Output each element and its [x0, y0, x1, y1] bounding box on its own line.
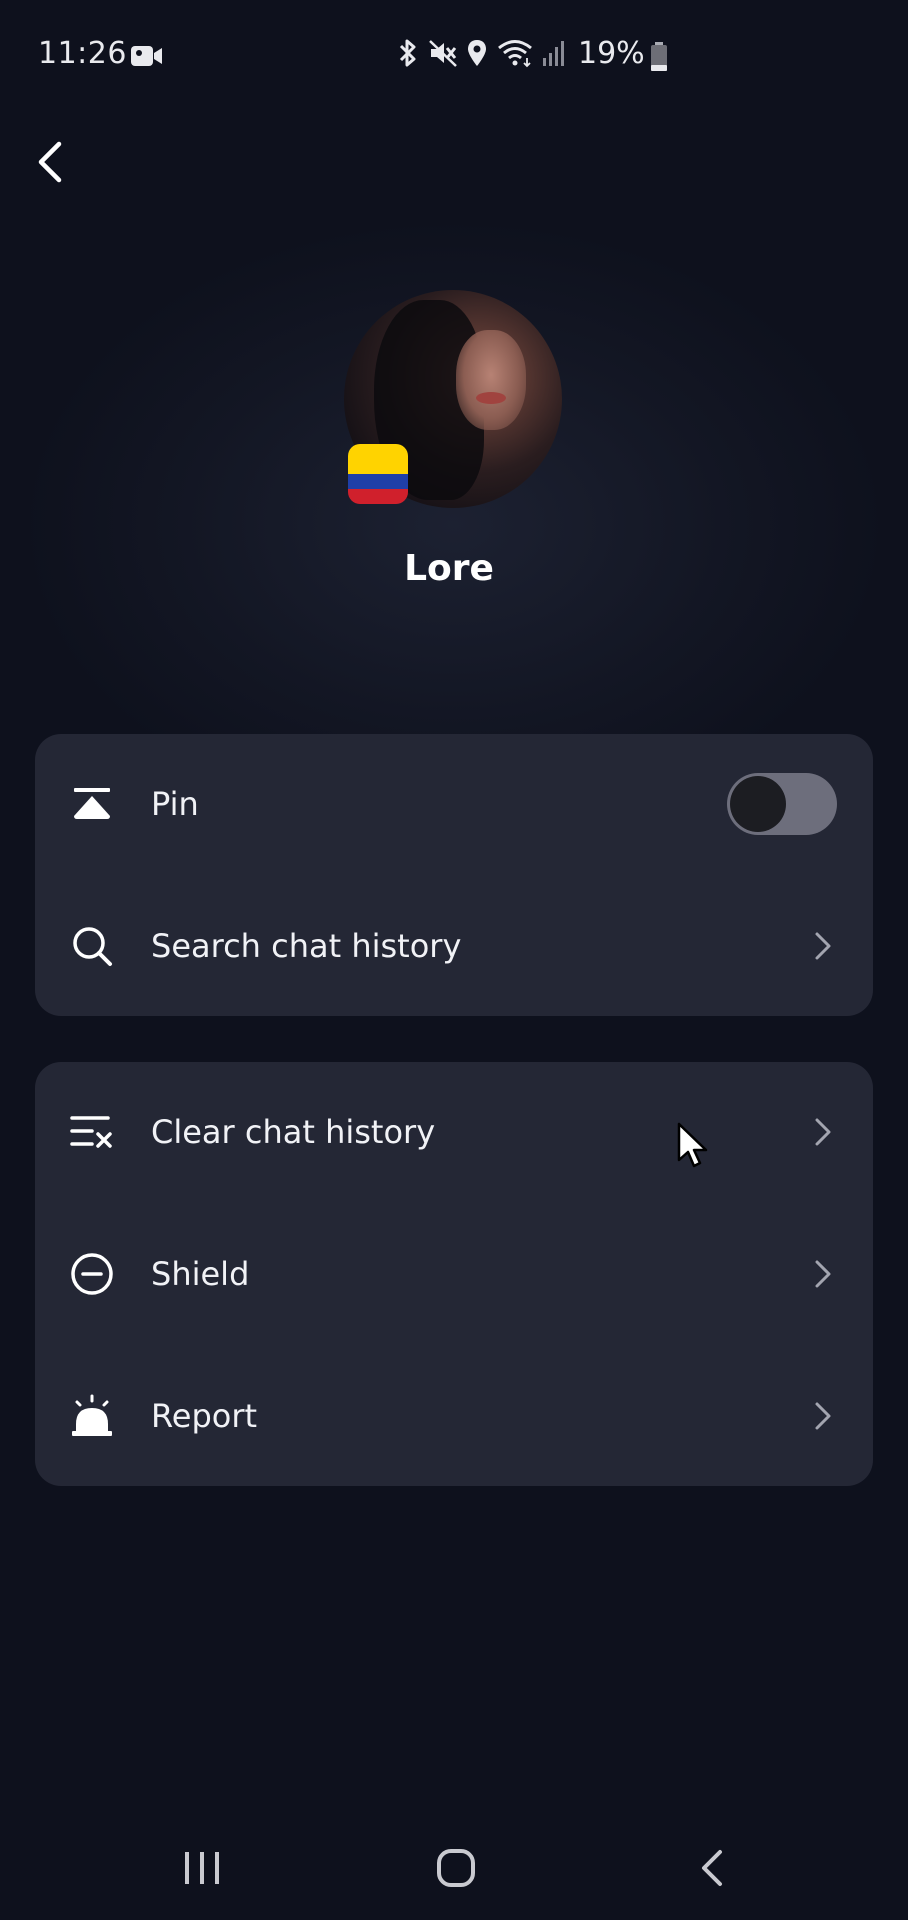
clear-list-icon [69, 1109, 115, 1155]
pin-label: Pin [151, 785, 199, 823]
chevron-right-icon [811, 1256, 835, 1292]
home-icon[interactable] [436, 1848, 476, 1892]
report-row[interactable]: Report [35, 1346, 873, 1486]
clear-chat-history-label: Clear chat history [151, 1113, 436, 1151]
back-icon[interactable] [694, 1848, 730, 1892]
shield-block-icon [69, 1251, 115, 1297]
settings-group-1: Pin Search chat history [35, 734, 873, 1016]
search-chat-history-label: Search chat history [151, 927, 462, 965]
chevron-right-icon [811, 928, 835, 964]
pin-row[interactable]: Pin [35, 734, 873, 874]
search-chat-history-row[interactable]: Search chat history [35, 876, 873, 1016]
battery-percent: 19% [578, 36, 645, 71]
back-button[interactable] [26, 136, 74, 192]
pin-to-top-icon [69, 781, 115, 827]
chevron-left-icon [35, 140, 65, 188]
mouse-cursor-icon [676, 1122, 710, 1176]
shield-row[interactable]: Shield [35, 1204, 873, 1344]
signal-icon [542, 38, 566, 72]
recents-icon[interactable] [182, 1850, 222, 1890]
battery-icon [650, 42, 668, 76]
status-bar: 11:26 19% [0, 0, 908, 110]
status-icons [396, 38, 566, 72]
mute-icon [428, 38, 458, 72]
system-nav-bar [0, 1820, 908, 1920]
location-icon [466, 38, 488, 72]
chevron-right-icon [811, 1114, 835, 1150]
wifi-icon [496, 38, 534, 72]
shield-label: Shield [151, 1255, 250, 1293]
colombia-flag-icon [348, 444, 408, 504]
search-icon [69, 923, 115, 969]
status-time: 11:26 [38, 36, 127, 71]
profile-name: Lore [404, 548, 494, 589]
clear-chat-history-row[interactable]: Clear chat history [35, 1062, 873, 1202]
video-call-icon [130, 44, 164, 72]
chevron-right-icon [811, 1398, 835, 1434]
bluetooth-icon [396, 38, 420, 72]
toggle-knob [730, 776, 786, 832]
pin-toggle[interactable] [727, 773, 837, 835]
alarm-icon [69, 1393, 115, 1439]
settings-group-2: Clear chat history Shield Report [35, 1062, 873, 1486]
report-label: Report [151, 1397, 258, 1435]
